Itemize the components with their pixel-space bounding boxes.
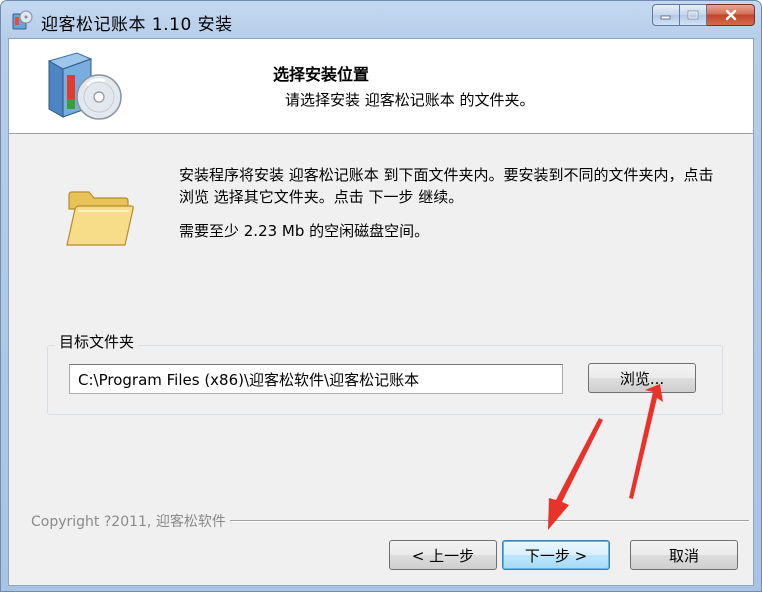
minimize-button[interactable] xyxy=(652,4,680,26)
maximize-button[interactable] xyxy=(680,4,707,26)
folder-icon xyxy=(66,191,134,246)
page-title: 选择安装位置 xyxy=(273,65,370,84)
close-button[interactable] xyxy=(707,4,755,26)
copyright-text: Copyright ?2011, 迎客松软件 xyxy=(31,511,230,531)
window-controls xyxy=(652,4,755,28)
minimize-icon xyxy=(660,15,671,20)
wizard-header: 选择安装位置 请选择安装 迎客松记账本 的文件夹。 xyxy=(9,39,753,134)
intro-text: 安装程序将安装 迎客松记账本 到下面文件夹内。要安装到不同的文件夹内，点击 浏览… xyxy=(179,166,714,206)
disk-space-text: 需要至少 2.23 Mb 的空闲磁盘空间。 xyxy=(179,222,430,240)
installer-window: 迎客松记账本 1.10 安装 选择安装位置 请选择安装 迎客松记账本 的文件夹。… xyxy=(0,0,762,592)
destination-group-label: 目标文件夹 xyxy=(55,331,139,352)
maximize-icon xyxy=(687,10,699,20)
window-title: 迎客松记账本 1.10 安装 xyxy=(41,15,233,35)
title-bar[interactable]: 迎客松记账本 1.10 安装 xyxy=(1,1,761,39)
cancel-button[interactable]: 取消 xyxy=(630,540,738,570)
installer-box-graphic xyxy=(47,52,122,120)
next-button[interactable]: 下一步 > xyxy=(502,540,610,570)
page-subtitle: 请选择安装 迎客松记账本 的文件夹。 xyxy=(285,91,535,109)
close-icon xyxy=(725,9,736,21)
browse-button[interactable]: 浏览... xyxy=(588,363,696,393)
back-button[interactable]: < 上一步 xyxy=(389,540,497,570)
wizard-page: 选择安装位置 请选择安装 迎客松记账本 的文件夹。 安装程序将安装 迎客松记账本… xyxy=(8,38,754,586)
installer-icon xyxy=(12,10,33,30)
destination-path-input[interactable] xyxy=(69,364,563,394)
